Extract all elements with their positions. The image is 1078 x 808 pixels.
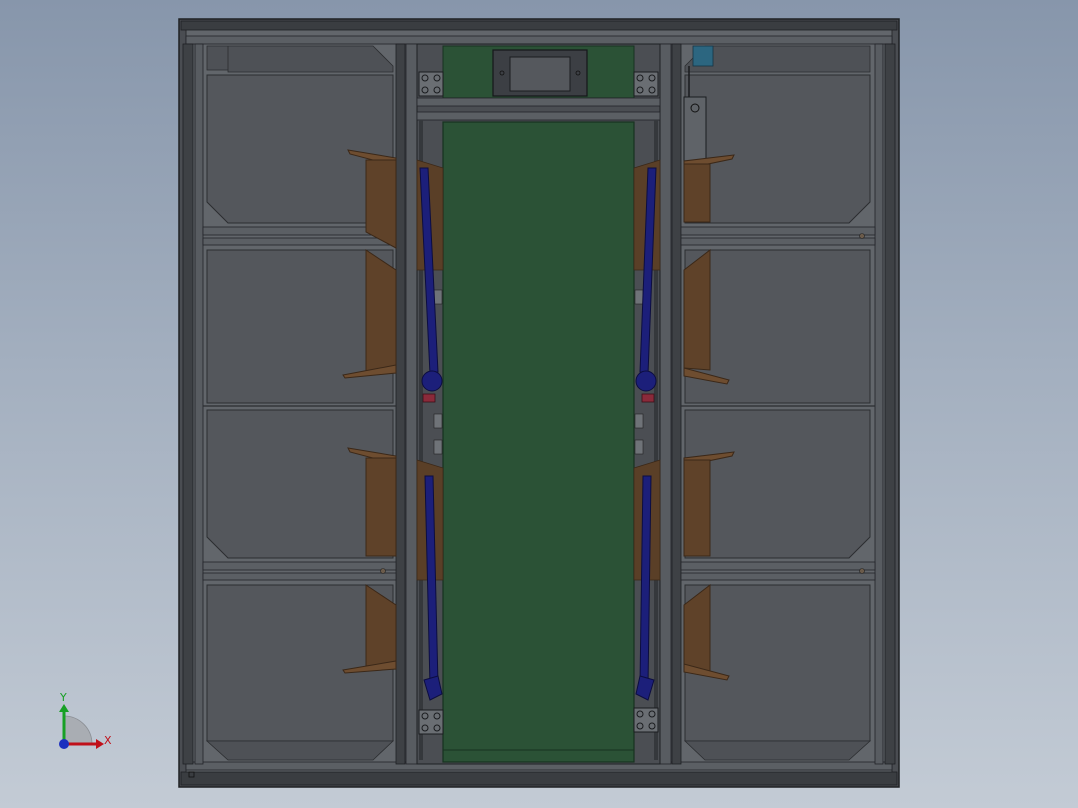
right-shelf-rail-1b bbox=[680, 237, 876, 246]
left-shelf-rail-2 bbox=[202, 561, 397, 571]
frame-center-left-post-a bbox=[395, 43, 406, 765]
right-bracket-plate-3 bbox=[634, 439, 644, 455]
control-display bbox=[492, 49, 588, 97]
frame-bottom-base bbox=[180, 771, 898, 786]
left-flap-lower-body bbox=[365, 457, 397, 557]
right-flap-upper-body-2 bbox=[683, 248, 711, 371]
conveyor-belt bbox=[442, 121, 635, 763]
right-bin-3 bbox=[684, 409, 871, 559]
right-shelf-bolt-2 bbox=[859, 568, 865, 574]
conveyor-crossbar-2 bbox=[416, 111, 661, 121]
triad-arc bbox=[63, 715, 93, 745]
right-bin-4 bbox=[684, 584, 871, 742]
frame-top-rail-2 bbox=[185, 35, 893, 45]
conveyor-crossbar bbox=[416, 97, 661, 107]
left-bracket-plate-1 bbox=[433, 289, 443, 305]
right-shelf-rail-2 bbox=[680, 561, 876, 571]
display-screen bbox=[509, 56, 571, 92]
right-shelf-bolt-1 bbox=[859, 233, 865, 239]
right-bin-1 bbox=[684, 74, 871, 224]
left-bin-1 bbox=[206, 74, 394, 224]
triad-z-axis bbox=[59, 739, 69, 749]
triad-y-arrow bbox=[59, 704, 69, 712]
triad-x-arrow bbox=[96, 739, 104, 749]
extrusion-block-bottom-left bbox=[418, 709, 444, 735]
left-shelf-rail-2b bbox=[202, 572, 397, 581]
right-hopper-bottom bbox=[683, 740, 872, 761]
right-flap-lower-body bbox=[683, 459, 711, 557]
left-bin-4 bbox=[206, 584, 394, 742]
right-top-teal-block bbox=[692, 45, 714, 67]
frame-center-right-post-a bbox=[659, 43, 672, 765]
left-bin-2 bbox=[206, 249, 394, 404]
left-hopper-top bbox=[206, 45, 394, 73]
right-flap-upper-body bbox=[683, 163, 711, 223]
triad-x-label: X bbox=[104, 734, 112, 747]
frame-right-post-inner bbox=[874, 43, 884, 765]
right-shelf-rail-1 bbox=[680, 226, 876, 236]
left-bracket-plate-3 bbox=[433, 439, 443, 455]
right-shelf-rail-2b bbox=[680, 572, 876, 581]
frame-left-post-inner bbox=[194, 43, 204, 765]
left-flap-upper-body bbox=[365, 159, 397, 249]
left-shelf-bolt-2 bbox=[380, 568, 386, 574]
extrusion-block-bottom-right bbox=[633, 707, 659, 733]
frame-right-post-outer bbox=[884, 43, 896, 765]
right-bracket-plate-2 bbox=[634, 413, 644, 429]
frame-top-rail bbox=[180, 20, 898, 31]
frame-center-right-post-b bbox=[671, 43, 682, 765]
conveyor bbox=[416, 43, 661, 765]
left-bin-3 bbox=[206, 409, 394, 559]
left-flap-upper-body-2 bbox=[365, 249, 397, 373]
left-shelf-rail-1b bbox=[202, 237, 397, 246]
frame-left-post-outer bbox=[182, 43, 194, 765]
coordinate-triad: X Y bbox=[59, 691, 112, 749]
right-bracket-plate-1 bbox=[634, 289, 644, 305]
triad-y-label: Y bbox=[59, 691, 67, 704]
extrusion-block-top-right bbox=[633, 71, 659, 97]
left-hopper-bottom bbox=[205, 740, 395, 761]
cad-viewport[interactable]: X Y bbox=[0, 0, 1078, 808]
left-bracket-plate-2 bbox=[433, 413, 443, 429]
frame-center-left-post-b bbox=[405, 43, 418, 765]
extrusion-block-top-left bbox=[418, 71, 444, 97]
